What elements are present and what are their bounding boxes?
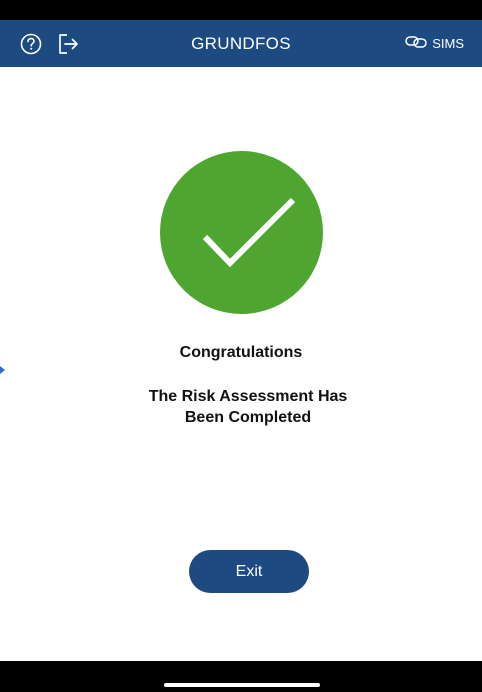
success-circle [160,151,323,314]
completion-message-line-2: Been Completed [184,409,312,426]
app-header: GRUNDFOS SIMS [0,20,482,67]
link-icon [405,35,427,52]
completion-message-line-1: The Risk Assessment Has [148,388,348,405]
congratulations-heading: Congratulations [179,344,303,361]
system-bottom-bar [0,661,482,692]
sims-link[interactable]: SIMS [405,20,464,67]
status-bar [0,0,482,20]
checkmark-icon [202,197,296,268]
exit-button[interactable]: Exit [189,550,309,593]
edge-arrow-icon [0,366,5,374]
home-indicator[interactable] [164,683,320,687]
completion-message: The Risk Assessment Has Been Completed [120,386,376,428]
sims-label: SIMS [432,36,464,51]
